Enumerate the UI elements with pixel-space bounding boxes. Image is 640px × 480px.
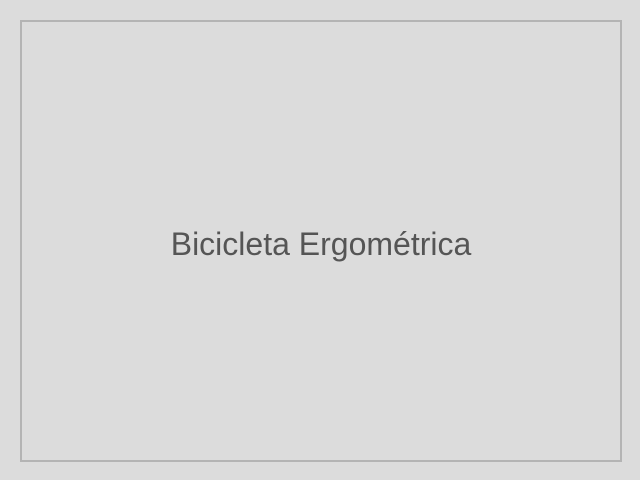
placeholder-image: Bicicleta Ergométrica	[0, 0, 640, 480]
placeholder-frame: Bicicleta Ergométrica	[20, 20, 622, 462]
placeholder-label: Bicicleta Ergométrica	[170, 225, 472, 262]
